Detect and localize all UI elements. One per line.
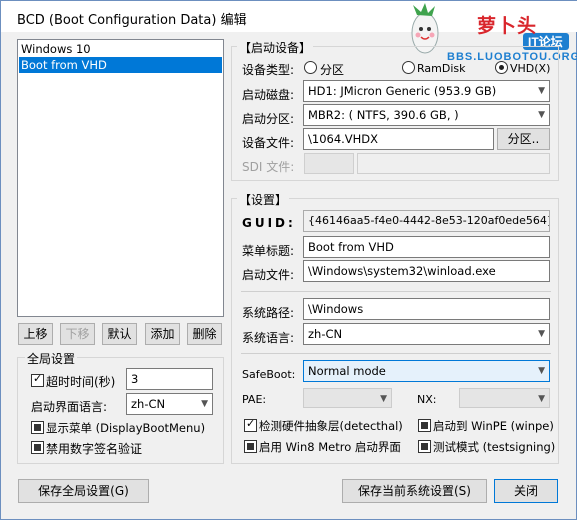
winpe-label: 启动到 WinPE (winpe) — [433, 419, 554, 433]
metro-label: 启用 Win8 Metro 启动界面 — [259, 440, 401, 454]
detecthal-checkbox[interactable] — [244, 417, 257, 432]
show-menu-label: 显示菜单 (DisplayBootMenu) — [46, 421, 206, 435]
system-path-input[interactable]: \Windows — [303, 298, 550, 320]
disable-signature-checkbox[interactable] — [31, 441, 44, 454]
boot-device-title: 【启动设备】 — [237, 39, 314, 56]
safeboot-select[interactable]: Normal mode ▼ — [303, 360, 550, 382]
nx-select[interactable]: ▼ — [459, 388, 550, 408]
boot-file-label: 启动文件: — [242, 268, 295, 282]
window-title: BCD (Boot Configuration Data) 编辑 — [17, 13, 247, 28]
move-up-button[interactable]: 上移 — [18, 323, 53, 345]
safeboot-label: SafeBoot: — [242, 368, 296, 381]
boot-entry-list[interactable]: Windows 10 Boot from VHD — [17, 39, 224, 317]
system-language-value: zh-CN — [308, 327, 343, 341]
sdi-device-field — [304, 153, 354, 174]
save-global-settings-button[interactable]: 保存全局设置(G) — [18, 479, 149, 503]
device-type-label: 设备类型: — [242, 63, 295, 77]
chevron-down-icon: ▼ — [538, 329, 545, 339]
boot-disk-value: HD1: JMicron Generic (953.9 GB) — [308, 84, 497, 98]
move-down-button[interactable]: 下移 — [60, 323, 95, 345]
pae-label: PAE: — [242, 393, 267, 406]
radio-vhd[interactable] — [495, 61, 508, 74]
global-settings-title: 全局设置 — [25, 350, 78, 367]
chevron-down-icon: ▼ — [201, 399, 208, 409]
radio-partition[interactable] — [304, 61, 317, 74]
chevron-down-icon: ▼ — [380, 394, 387, 404]
timeout-label: 超时时间(秒) — [46, 375, 116, 389]
menu-title-label: 菜单标题: — [242, 244, 295, 258]
system-language-select[interactable]: zh-CN ▼ — [303, 323, 550, 345]
set-default-button[interactable]: 默认 — [102, 323, 137, 345]
boot-disk-label: 启动磁盘: — [242, 88, 295, 102]
chevron-down-icon: ▼ — [538, 394, 545, 404]
device-file-label: 设备文件: — [242, 136, 295, 150]
metro-checkbox[interactable] — [244, 440, 257, 453]
list-item-selected[interactable]: Boot from VHD — [19, 57, 222, 73]
disable-signature-label: 禁用数字签名验证 — [46, 442, 143, 456]
boot-language-value: zh-CN — [131, 397, 166, 411]
show-menu-checkbox[interactable] — [31, 421, 44, 434]
save-current-settings-button[interactable]: 保存当前系统设置(S) — [342, 479, 487, 503]
testsigning-checkbox[interactable] — [418, 440, 431, 453]
system-path-label: 系统路径: — [242, 306, 295, 320]
sdi-path-field — [357, 153, 550, 174]
radio-ramdisk[interactable] — [402, 61, 415, 74]
boot-file-input[interactable]: \Windows\system32\winload.exe — [303, 260, 550, 282]
boot-partition-label: 启动分区: — [242, 112, 295, 126]
divider — [241, 353, 551, 354]
title-bar: BCD (Boot Configuration Data) 编辑 萝卜头 IT论… — [1, 1, 577, 63]
boot-language-label: 启动界面语言: — [31, 400, 108, 414]
guid-field: {46146aa5-f4e0-4442-8e53-120af0ede564} — [303, 210, 550, 232]
device-file-input[interactable]: \1064.VHDX — [303, 128, 494, 150]
chevron-down-icon: ▼ — [538, 86, 545, 96]
chevron-down-icon: ▼ — [538, 110, 545, 120]
menu-title-input[interactable]: Boot from VHD — [303, 236, 550, 258]
radio-vhd-label: VHD(X) — [510, 62, 551, 75]
boot-disk-select[interactable]: HD1: JMicron Generic (953.9 GB) ▼ — [303, 80, 550, 102]
testsigning-label: 测试模式 (testsigning) — [433, 440, 556, 454]
boot-partition-value: MBR2: ( NTFS, 390.6 GB, ) — [308, 108, 459, 122]
chevron-down-icon: ▼ — [538, 366, 545, 376]
safeboot-value: Normal mode — [308, 364, 386, 378]
settings-title: 【设置】 — [237, 191, 290, 208]
boot-partition-select[interactable]: MBR2: ( NTFS, 390.6 GB, ) ▼ — [303, 104, 550, 126]
timeout-checkbox[interactable] — [31, 372, 44, 387]
boot-language-select[interactable]: zh-CN ▼ — [126, 393, 213, 415]
delete-entry-button[interactable]: 删除 — [187, 323, 222, 345]
sdi-file-label: SDI 文件: — [242, 160, 295, 174]
pae-select[interactable]: ▼ — [303, 388, 392, 408]
list-item[interactable]: Windows 10 — [19, 41, 222, 57]
radio-ramdisk-label: RamDisk — [417, 62, 466, 75]
system-language-label: 系统语言: — [242, 331, 295, 345]
nx-label: NX: — [417, 393, 437, 406]
bcd-editor-window: BCD (Boot Configuration Data) 编辑 萝卜头 IT论… — [0, 0, 577, 520]
partition-button[interactable]: 分区.. — [497, 128, 550, 150]
detecthal-label: 检测硬件抽象层(detecthal) — [259, 419, 403, 433]
divider — [241, 291, 551, 292]
timeout-input[interactable]: 3 — [126, 368, 213, 390]
add-entry-button[interactable]: 添加 — [145, 323, 180, 345]
winpe-checkbox[interactable] — [418, 419, 431, 432]
radio-partition-label: 分区 — [320, 63, 345, 77]
guid-label: GUID: — [242, 216, 296, 230]
close-button[interactable]: 关闭 — [494, 479, 558, 503]
